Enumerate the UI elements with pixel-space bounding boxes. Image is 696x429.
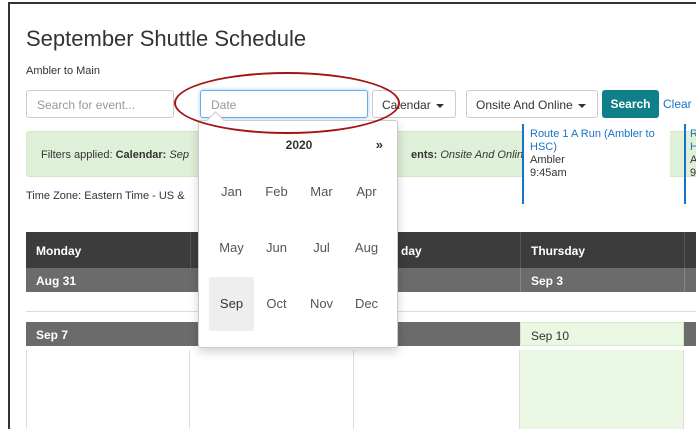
day-cell-sep-10 — [520, 350, 684, 429]
date-input[interactable]: Date — [200, 90, 368, 118]
event-route-partial[interactable]: R H A 9 — [684, 124, 696, 204]
month-dec[interactable]: Dec — [344, 277, 389, 331]
date-cell-sep-10: Sep 10 — [520, 322, 684, 346]
filters-events-value: Onsite And Online — [440, 149, 530, 161]
month-sep[interactable]: Sep — [209, 277, 254, 331]
month-apr[interactable]: Apr — [344, 165, 389, 219]
calendar-dropdown-label: Calendar — [382, 98, 431, 112]
day-cell-sep-7 — [26, 350, 190, 429]
month-jan[interactable]: Jan — [209, 165, 254, 219]
month-may[interactable]: May — [209, 221, 254, 275]
next-year-icon[interactable]: » — [376, 137, 383, 152]
event-partial-line: A — [690, 154, 696, 167]
timezone-label: Time Zone: Eastern Time - US & — [26, 190, 185, 202]
filters-prefix: Filters applied: — [41, 149, 113, 161]
month-jul[interactable]: Jul — [299, 221, 344, 275]
filters-events-key: ents: — [411, 149, 438, 161]
event-route-1a[interactable]: Route 1 A Run (Ambler to HSC) Ambler 9:4… — [522, 124, 670, 204]
event-type-dropdown-label: Onsite And Online — [476, 98, 573, 112]
event-time: 9:45am — [530, 167, 567, 179]
page-title: September Shuttle Schedule — [26, 26, 307, 51]
month-aug[interactable]: Aug — [344, 221, 389, 275]
search-button[interactable]: Search — [602, 90, 659, 118]
event-location: Ambler — [530, 154, 565, 166]
month-mar[interactable]: Mar — [299, 165, 344, 219]
column-header-thursday: Thursday — [520, 232, 684, 268]
picker-year[interactable]: 2020 — [199, 138, 399, 152]
event-partial-line: H — [690, 141, 696, 154]
column-header-friday — [684, 232, 696, 268]
event-name-link[interactable]: Route 1 A Run (Ambler to HSC) — [530, 128, 664, 154]
event-search-input[interactable]: Search for event... — [26, 90, 174, 118]
event-type-dropdown[interactable]: Onsite And Online — [466, 90, 598, 118]
month-jun[interactable]: Jun — [254, 221, 299, 275]
month-picker-header: 2020 » — [199, 121, 399, 165]
filters-calendar-value: Sep — [169, 149, 189, 161]
clear-link[interactable]: Clear — [663, 97, 692, 111]
event-partial-line: 9 — [690, 167, 696, 179]
filters-calendar-key: Calendar: — [115, 149, 167, 161]
date-cell-sep-4 — [684, 268, 696, 292]
month-feb[interactable]: Feb — [254, 165, 299, 219]
filters-events: ents: Onsite And Online — [411, 149, 529, 161]
month-nov[interactable]: Nov — [299, 277, 344, 331]
day-cell-sep-9 — [354, 350, 520, 429]
page-frame: September Shuttle Schedule Ambler to Mai… — [8, 2, 696, 429]
day-cell-sep-8 — [190, 350, 354, 429]
calendar-dropdown[interactable]: Calendar — [372, 90, 456, 118]
date-cell-sep-3: Sep 3 — [520, 268, 684, 292]
month-picker-popup: 2020 » Jan Feb Mar Apr May Jun Jul Aug S… — [198, 120, 398, 348]
date-cell-sep-11 — [684, 322, 696, 346]
page-subtitle: Ambler to Main — [26, 65, 100, 77]
month-oct[interactable]: Oct — [254, 277, 299, 331]
chevron-down-icon — [577, 103, 586, 108]
event-partial-line: R — [690, 128, 696, 141]
chevron-down-icon — [435, 103, 444, 108]
column-header-monday: Monday — [26, 232, 190, 268]
